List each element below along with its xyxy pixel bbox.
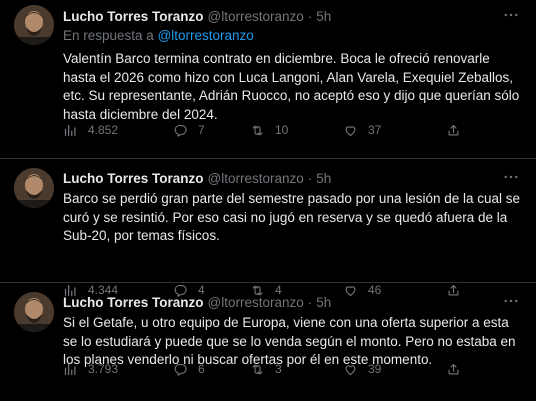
- separator-dot: ·: [307, 171, 313, 186]
- separator-dot: ·: [307, 295, 313, 310]
- more-icon[interactable]: [502, 292, 520, 310]
- reply-button[interactable]: 6: [173, 362, 205, 377]
- avatar[interactable]: [14, 292, 54, 332]
- reply-icon: [174, 124, 187, 137]
- author-name[interactable]: Lucho Torres Toranzo: [63, 295, 204, 310]
- views-button[interactable]: 4.852: [63, 123, 118, 138]
- separator-dot: ·: [307, 9, 313, 24]
- reply-mention-link[interactable]: @ltorrestoranzo: [158, 28, 254, 43]
- reply-context: En respuesta a @ltorrestoranzo: [63, 28, 522, 46]
- reply-button[interactable]: 7: [173, 123, 205, 138]
- like-icon: [345, 364, 356, 375]
- like-button[interactable]: 37: [343, 123, 381, 138]
- share-button[interactable]: [446, 123, 461, 138]
- tweet-text: Valentín Barco termina contrato en dicie…: [63, 51, 520, 122]
- tweet[interactable]: Lucho Torres Toranzo @ltorrestoranzo · 5…: [0, 0, 536, 159]
- tweet[interactable]: Lucho Torres Toranzo @ltorrestoranzo · 5…: [0, 283, 536, 401]
- retweet-icon: [252, 125, 263, 135]
- retweet-button[interactable]: 3: [250, 362, 282, 377]
- share-icon: [448, 124, 459, 135]
- views-button[interactable]: 3.793: [63, 362, 118, 377]
- share-button[interactable]: [446, 362, 461, 377]
- author-handle[interactable]: @ltorrestoranzo: [208, 171, 304, 186]
- share-icon: [448, 363, 459, 374]
- tweet[interactable]: Lucho Torres Toranzo @ltorrestoranzo · 5…: [0, 159, 536, 297]
- retweet-count: 10: [275, 123, 289, 137]
- timestamp[interactable]: 5h: [316, 295, 331, 310]
- retweet-icon: [252, 364, 263, 374]
- avatar[interactable]: [14, 168, 54, 208]
- views-icon: [64, 124, 76, 136]
- views-count: 3.793: [88, 362, 119, 376]
- like-button[interactable]: 39: [343, 362, 381, 377]
- views-icon: [64, 363, 76, 375]
- author-handle[interactable]: @ltorrestoranzo: [208, 295, 304, 310]
- reply-prefix: En respuesta a: [63, 28, 154, 43]
- author-name[interactable]: Lucho Torres Toranzo: [63, 171, 204, 186]
- timestamp[interactable]: 5h: [316, 9, 331, 24]
- like-count: 39: [368, 362, 382, 376]
- views-count: 4.852: [88, 123, 119, 137]
- avatar[interactable]: [14, 5, 54, 45]
- retweet-button[interactable]: 10: [250, 123, 288, 138]
- like-count: 37: [368, 123, 382, 137]
- timestamp[interactable]: 5h: [316, 171, 331, 186]
- more-icon[interactable]: [502, 168, 520, 186]
- retweet-count: 3: [275, 362, 282, 376]
- author-handle[interactable]: @ltorrestoranzo: [208, 9, 304, 24]
- reply-count: 7: [198, 123, 205, 137]
- more-icon[interactable]: [502, 6, 520, 24]
- reply-count: 6: [198, 362, 205, 376]
- like-icon: [345, 125, 356, 136]
- reply-icon: [174, 363, 187, 376]
- tweet-text: Barco se perdió gran parte del semestre …: [63, 191, 521, 243]
- author-name[interactable]: Lucho Torres Toranzo: [63, 9, 204, 24]
